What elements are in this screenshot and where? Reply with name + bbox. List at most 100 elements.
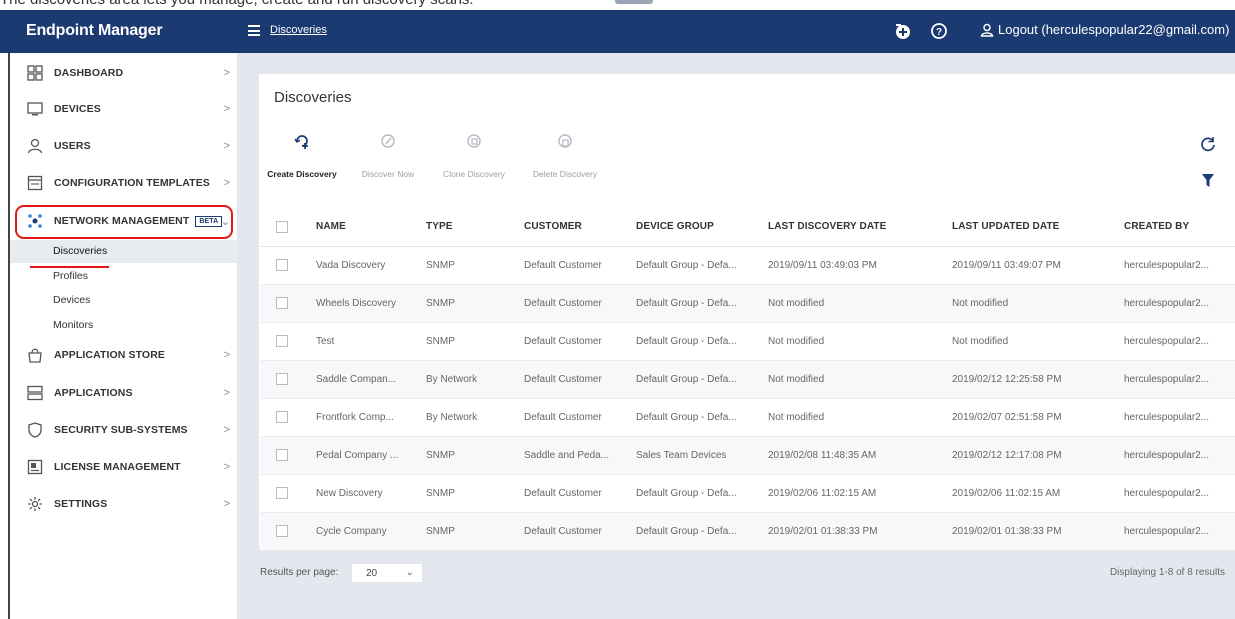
- select-all-checkbox[interactable]: [276, 220, 288, 233]
- row-checkbox[interactable]: [276, 335, 288, 347]
- customer-cell: Default Customer: [524, 398, 636, 437]
- sidebar-item-dashboard[interactable]: DASHBOARD >: [10, 55, 238, 91]
- customer-cell: Default Customer: [524, 246, 636, 285]
- brand[interactable]: Endpoint Manager: [10, 10, 238, 53]
- sidebar-item-application-store[interactable]: APPLICATION STORE >: [10, 337, 238, 373]
- sidebar-item-security-sub-systems[interactable]: SECURITY SUB-SYSTEMS >: [10, 412, 238, 448]
- results-per-page-select[interactable]: 20 ⌄: [351, 563, 423, 583]
- logout-button[interactable]: Logout (herculespopular22@gmail.com): [980, 22, 1229, 37]
- action-label: Create Discovery: [267, 169, 337, 179]
- row-checkbox[interactable]: [276, 373, 288, 385]
- created-by-link[interactable]: herculespopular2...: [1124, 512, 1235, 551]
- refresh-icon[interactable]: [1200, 136, 1216, 152]
- customer-cell: Default Customer: [524, 284, 636, 323]
- column-header-customer[interactable]: CUSTOMER: [524, 208, 636, 247]
- row-checkbox[interactable]: [276, 449, 288, 461]
- created-by-link[interactable]: herculespopular2...: [1124, 360, 1235, 399]
- window-notch: [615, 0, 653, 4]
- last-updated-date-cell: 2019/02/12 12:25:58 PM: [952, 360, 1124, 399]
- column-header-last-updated-date[interactable]: LAST UPDATED DATE: [952, 208, 1124, 247]
- discovery-name-link[interactable]: Test: [316, 322, 426, 361]
- page-title: Discoveries: [274, 89, 352, 106]
- sidebar-item-applications[interactable]: APPLICATIONS >: [10, 375, 238, 411]
- row-checkbox[interactable]: [276, 411, 288, 423]
- sidebar-subitem-label: Devices: [53, 294, 91, 306]
- sidebar-item-users[interactable]: USERS >: [10, 128, 238, 164]
- sidebar-item-label: APPLICATIONS: [54, 387, 133, 399]
- action-label: Discover Now: [361, 169, 415, 179]
- discovery-name-link[interactable]: Vada Discovery: [316, 246, 426, 285]
- column-header-created-by[interactable]: CREATED BY: [1124, 208, 1235, 247]
- type-cell: SNMP: [426, 246, 524, 285]
- sidebar-subitem-discoveries[interactable]: Discoveries: [10, 240, 238, 263]
- discover-now-button[interactable]: Discover Now: [362, 132, 414, 179]
- column-header-device-group[interactable]: DEVICE GROUP: [636, 208, 768, 247]
- last-updated-date-cell: 2019/02/07 02:51:58 PM: [952, 398, 1124, 437]
- row-checkbox[interactable]: [276, 259, 288, 271]
- sidebar-item-license-management[interactable]: LICENSE MANAGEMENT >: [10, 449, 238, 485]
- created-by-link[interactable]: herculespopular2...: [1124, 322, 1235, 361]
- last-updated-date-cell: Not modified: [952, 284, 1124, 323]
- sidebar-item-label: DEVICES: [54, 103, 101, 115]
- last-updated-date-cell: 2019/09/11 03:49:07 PM: [952, 246, 1124, 285]
- sidebar-subitem-devices[interactable]: Devices: [10, 289, 238, 312]
- row-checkbox[interactable]: [276, 487, 288, 499]
- create-discovery-button[interactable]: Create Discovery: [267, 132, 337, 179]
- filter-icon[interactable]: [1202, 174, 1214, 187]
- sidebar-subitem-profiles[interactable]: Profiles: [10, 265, 238, 288]
- column-header-name[interactable]: NAME: [316, 208, 426, 247]
- dashboard-grid-icon: [27, 65, 43, 81]
- last-updated-date-cell: 2019/02/06 11:02:15 AM: [952, 474, 1124, 513]
- results-per-page-value: 20: [366, 568, 378, 579]
- delete-discovery-button[interactable]: Delete Discovery: [533, 132, 597, 179]
- column-header-type[interactable]: TYPE: [426, 208, 524, 247]
- type-cell: SNMP: [426, 436, 524, 475]
- action-label: Delete Discovery: [532, 169, 598, 179]
- discovery-name-link[interactable]: Wheels Discovery: [316, 284, 426, 323]
- row-checkbox[interactable]: [276, 525, 288, 537]
- created-by-link[interactable]: herculespopular2...: [1124, 398, 1235, 437]
- created-by-link[interactable]: herculespopular2...: [1124, 246, 1235, 285]
- sidebar-item-settings[interactable]: SETTINGS >: [10, 486, 238, 522]
- help-icon[interactable]: ?: [930, 22, 948, 40]
- column-header-last-discovery-date[interactable]: LAST DISCOVERY DATE: [768, 208, 952, 247]
- type-cell: SNMP: [426, 474, 524, 513]
- device-group-cell: Default Group - Defa...: [636, 322, 768, 361]
- discovery-name-link[interactable]: Cycle Company: [316, 512, 426, 551]
- sidebar-item-configuration-templates[interactable]: CONFIGURATION TEMPLATES >: [10, 165, 238, 201]
- last-updated-date-cell: 2019/02/12 12:17:08 PM: [952, 436, 1124, 475]
- breadcrumb[interactable]: Discoveries: [270, 24, 327, 36]
- sidebar-subitem-label: Profiles: [53, 270, 89, 282]
- chevron-right-icon: >: [223, 461, 230, 473]
- row-checkbox[interactable]: [276, 297, 288, 309]
- created-by-link[interactable]: herculespopular2...: [1124, 436, 1235, 475]
- discoveries-table: NAME TYPE CUSTOMER DEVICE GROUP LAST DIS…: [260, 208, 1235, 551]
- sidebar-subitem-monitors[interactable]: Monitors: [10, 314, 238, 337]
- discovery-name-link[interactable]: Saddle Compan...: [316, 360, 426, 399]
- discovery-name-link[interactable]: New Discovery: [316, 474, 426, 513]
- created-by-link[interactable]: herculespopular2...: [1124, 474, 1235, 513]
- table-row: Cycle Company SNMP Default Customer Defa…: [260, 512, 1235, 551]
- sidebar-subitem-label: Discoveries: [53, 245, 108, 257]
- sidebar-item-label: USERS: [54, 140, 91, 152]
- discovery-name-link[interactable]: Frontfork Comp...: [316, 398, 426, 437]
- add-notification-icon[interactable]: [894, 22, 912, 40]
- chevron-right-icon: >: [223, 177, 230, 189]
- hamburger-menu-icon[interactable]: [248, 25, 260, 36]
- sidebar: DASHBOARD > DEVICES > USERS > CONFIGURAT…: [10, 53, 238, 619]
- device-group-cell: Default Group - Defa...: [636, 246, 768, 285]
- discovery-name-link[interactable]: Pedal Company ...: [316, 436, 426, 475]
- type-cell: SNMP: [426, 322, 524, 361]
- customer-cell: Default Customer: [524, 512, 636, 551]
- svg-text:?: ?: [936, 27, 942, 38]
- sidebar-item-devices[interactable]: DEVICES >: [10, 91, 238, 127]
- chevron-right-icon: >: [223, 387, 230, 399]
- brand-title: Endpoint Manager: [26, 22, 163, 39]
- clone-discovery-button[interactable]: Clone Discovery: [443, 132, 505, 179]
- discoveries-underline: [30, 266, 109, 268]
- last-discovery-date-cell: Not modified: [768, 398, 952, 437]
- chevron-right-icon: >: [223, 140, 230, 152]
- license-icon: [27, 459, 43, 475]
- created-by-link[interactable]: herculespopular2...: [1124, 284, 1235, 323]
- chevron-right-icon: >: [223, 498, 230, 510]
